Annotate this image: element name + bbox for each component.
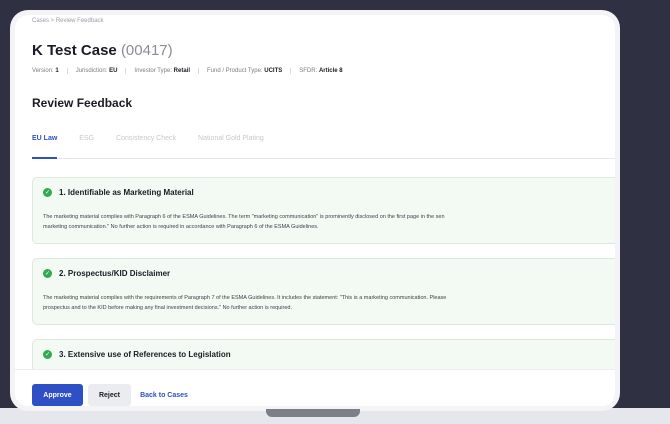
action-bar: Approve Reject Back to Cases [15,369,615,406]
case-meta: Version: 1 Jurisdiction: EU Investor Typ… [32,68,359,74]
tab-esg[interactable]: ESG [79,135,94,159]
meta-version: Version: 1 [32,68,68,74]
card-text: The marketing material complies with Par… [43,214,445,230]
tab-eu-law[interactable]: EU Law [32,135,58,159]
tab-bar: EU Law ESG Consistency Check National Go… [32,135,615,159]
case-id: (00417) [120,42,173,59]
tablet-frame: Cases > Review Feedback K Test Case (004… [10,10,620,411]
card-text: The marketing material complies with the… [43,295,447,311]
meta-investor-type: Investor Type: Retail [134,68,199,74]
back-to-cases-link[interactable]: Back to Cases [134,384,194,406]
check-circle-icon: ✓ [43,269,52,278]
approve-button[interactable]: Approve [32,384,83,406]
meta-fund-type: Fund / Product Type: UCITS [207,68,292,74]
card-header: ✓ 3. Extensive use of References to Legi… [43,350,231,359]
app-screen: Cases > Review Feedback K Test Case (004… [15,15,615,406]
breadcrumb[interactable]: Cases > Review Feedback [32,18,104,24]
feedback-card: ✓ 2. Prospectus/KID Disclaimer The marke… [32,258,615,325]
card-header: ✓ 2. Prospectus/KID Disclaimer [43,269,170,278]
section-title: Review Feedback [32,96,133,110]
card-header: ✓ 1. Identifiable as Marketing Material [43,188,194,197]
tablet-home-bar [266,409,360,417]
feedback-card: ✓ 1. Identifiable as Marketing Material … [32,177,615,244]
tab-national-gold-plating[interactable]: National Gold Plating [198,135,264,159]
meta-sfdr: SFDR: Article 8 [299,68,343,74]
reject-button[interactable]: Reject [88,384,131,406]
card-title: 3. Extensive use of References to Legisl… [59,350,231,359]
tab-consistency-check[interactable]: Consistency Check [116,135,176,159]
card-title: 2. Prospectus/KID Disclaimer [59,269,171,278]
meta-jurisdiction: Jurisdiction: EU [76,68,127,74]
page-title: K Test Case (00417) [32,42,173,59]
check-circle-icon: ✓ [43,188,52,197]
card-title: 1. Identifiable as Marketing Material [59,188,194,197]
case-name: K Test Case [32,42,117,59]
check-circle-icon: ✓ [43,350,52,359]
